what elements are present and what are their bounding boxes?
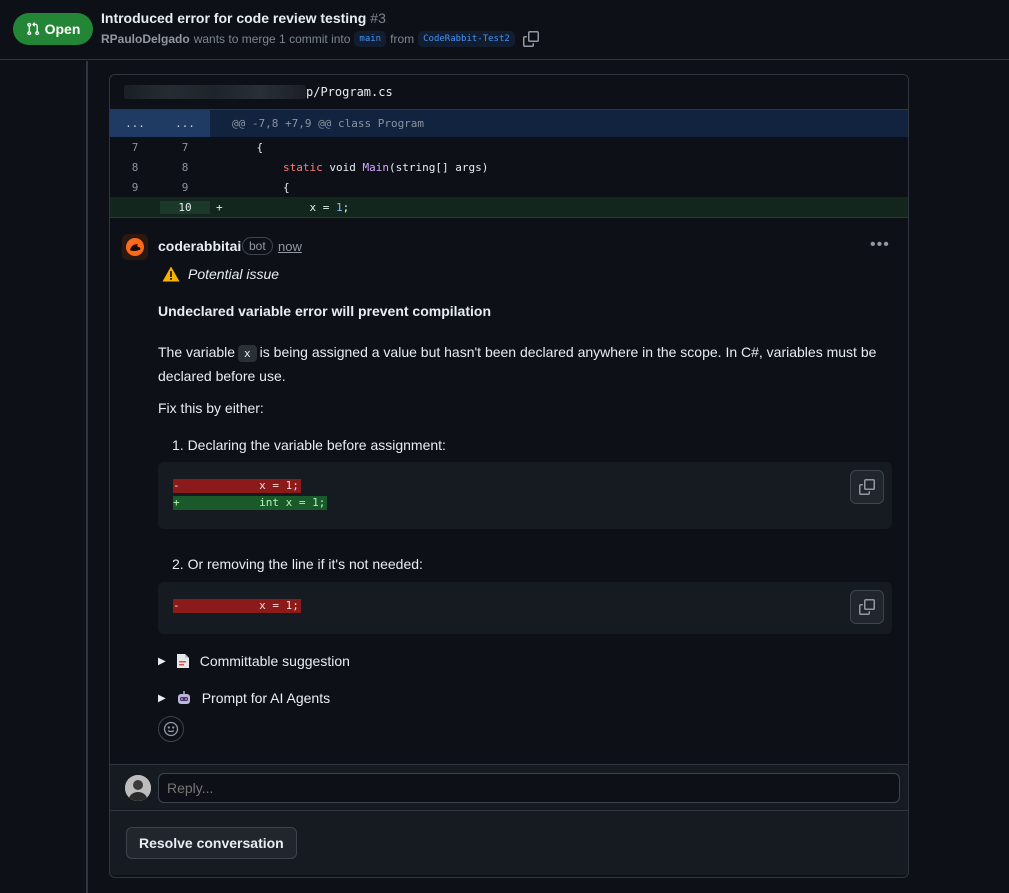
copy-icon [859,479,875,495]
option-1: 1. Declaring the variable before assignm… [172,437,446,453]
disclosure-triangle-icon: ▶ [158,692,166,704]
comment-author[interactable]: coderabbitai [158,238,241,254]
disclosure-triangle-icon: ▶ [158,655,166,667]
fix-intro: Fix this by either: [158,400,264,416]
review-comment: coderabbitai bot now ••• Potential issue… [110,218,908,765]
code-text: x = 1; [230,201,349,214]
pr-status-label: Open [44,21,81,37]
old-line-number: 7 [131,140,139,154]
resolve-conversation-button[interactable]: Resolve conversation [126,827,297,859]
smiley-icon [163,721,179,737]
code-block-2: - x = 1; [158,582,892,634]
comment-paragraph: The variable x is being assigned a value b… [158,341,878,387]
paragraph-text: is being assigned a value but hasn't bee… [158,344,877,384]
code-text: static void Main(string[] args) [230,161,488,174]
diff-line: 7 7 { [110,137,908,157]
details-label: Prompt for AI Agents [201,690,331,706]
old-line-number: 8 [131,160,139,174]
code-token: x = [256,200,336,214]
pr-author-link[interactable]: RPauloDelgado [101,32,190,46]
warning-icon [162,266,180,282]
document-icon [176,654,189,668]
base-branch[interactable]: main [354,31,387,47]
pr-meta: RPauloDelgado wants to merge 1 commit in… [101,31,539,47]
rabbit-logo-icon [126,238,144,256]
diff-excerpt: p/Program.cs ... ... @@ -7,8 +7,9 @@ cla… [110,75,908,218]
hunk-text: @@ -7,8 +7,9 @@ class Program [232,117,425,130]
file-header: p/Program.cs [110,75,908,110]
hunk-header: ... ... @@ -7,8 +7,9 @@ class Program [110,110,908,137]
removed-code-line: - x = 1; [173,599,301,613]
code-token: ; [342,200,350,214]
committable-suggestion-toggle[interactable]: ▶ Committable suggestion [158,653,350,669]
function-token: Main [362,160,389,174]
new-line-number: 9 [181,180,189,194]
pr-header: Open Introduced error for code review te… [0,0,1009,60]
pr-title: Introduced error for code review testing… [101,10,386,26]
diff-line: 9 9 { [110,177,908,197]
reply-row [110,765,908,811]
pr-number: #3 [370,10,386,26]
copy-icon[interactable] [522,31,539,47]
number-token: 1 [335,200,343,214]
code-block-1: - x = 1; + int x = 1; [158,462,892,529]
copy-code-button[interactable] [850,590,884,624]
inline-code: x [238,345,257,362]
resolve-area: Resolve conversation [110,811,908,875]
code-token: (string[] args) [388,160,489,174]
expand-down-button[interactable]: ... [160,110,210,137]
pr-status-badge: Open [13,13,93,45]
head-branch[interactable]: CodeRabbit-Test2 [418,31,515,47]
code-text: { [230,181,290,194]
robot-icon [177,691,190,704]
removed-code-line: - x = 1; [173,479,301,493]
review-thread-card: p/Program.cs ... ... @@ -7,8 +7,9 @@ cla… [109,74,909,878]
keyword-token: static [282,160,323,174]
diff-line: 8 8 static void Main(string[] args) [110,157,908,177]
copy-icon [859,599,875,615]
new-line-number: 7 [181,140,189,154]
new-line-number: 8 [181,160,189,174]
details-label: Committable suggestion [199,653,350,669]
merge-text: wants to merge 1 commit into [193,32,351,46]
old-line-number: 9 [131,180,139,194]
paragraph-text: The variable [158,344,236,360]
prompt-for-ai-agents-toggle[interactable]: ▶ Prompt for AI Agents [158,690,330,706]
bot-avatar[interactable] [122,234,148,260]
new-line-number: 10 [160,200,210,214]
user-photo-icon [125,775,151,801]
pr-title-text: Introduced error for code review testing [101,10,367,26]
timeline-line [86,61,88,893]
diff-line-added: 10 + x = 1; [110,197,908,217]
comment-heading: Undeclared variable error will prevent c… [158,303,491,319]
code-text: { [230,140,264,154]
code-token: void [322,160,363,174]
issue-label-text: Potential issue [188,266,280,282]
expand-up-button[interactable]: ... [110,110,160,137]
from-text: from [390,32,415,46]
git-pull-request-icon [26,22,39,36]
comment-timestamp[interactable]: now [278,239,302,254]
issue-label: Potential issue [162,266,279,282]
copy-code-button[interactable] [850,470,884,504]
diff-sign: + [216,200,223,214]
reply-input[interactable] [158,773,900,803]
added-code-line: + int x = 1; [173,496,328,510]
option-2: 2. Or removing the line if it's not need… [172,556,423,572]
add-reaction-button[interactable] [158,716,184,742]
kebab-menu-icon[interactable]: ••• [870,236,890,254]
redacted-path [124,85,306,99]
code-token: { [256,180,290,194]
file-name[interactable]: p/Program.cs [306,85,393,99]
user-avatar [125,775,151,801]
bot-label: bot [242,237,273,255]
